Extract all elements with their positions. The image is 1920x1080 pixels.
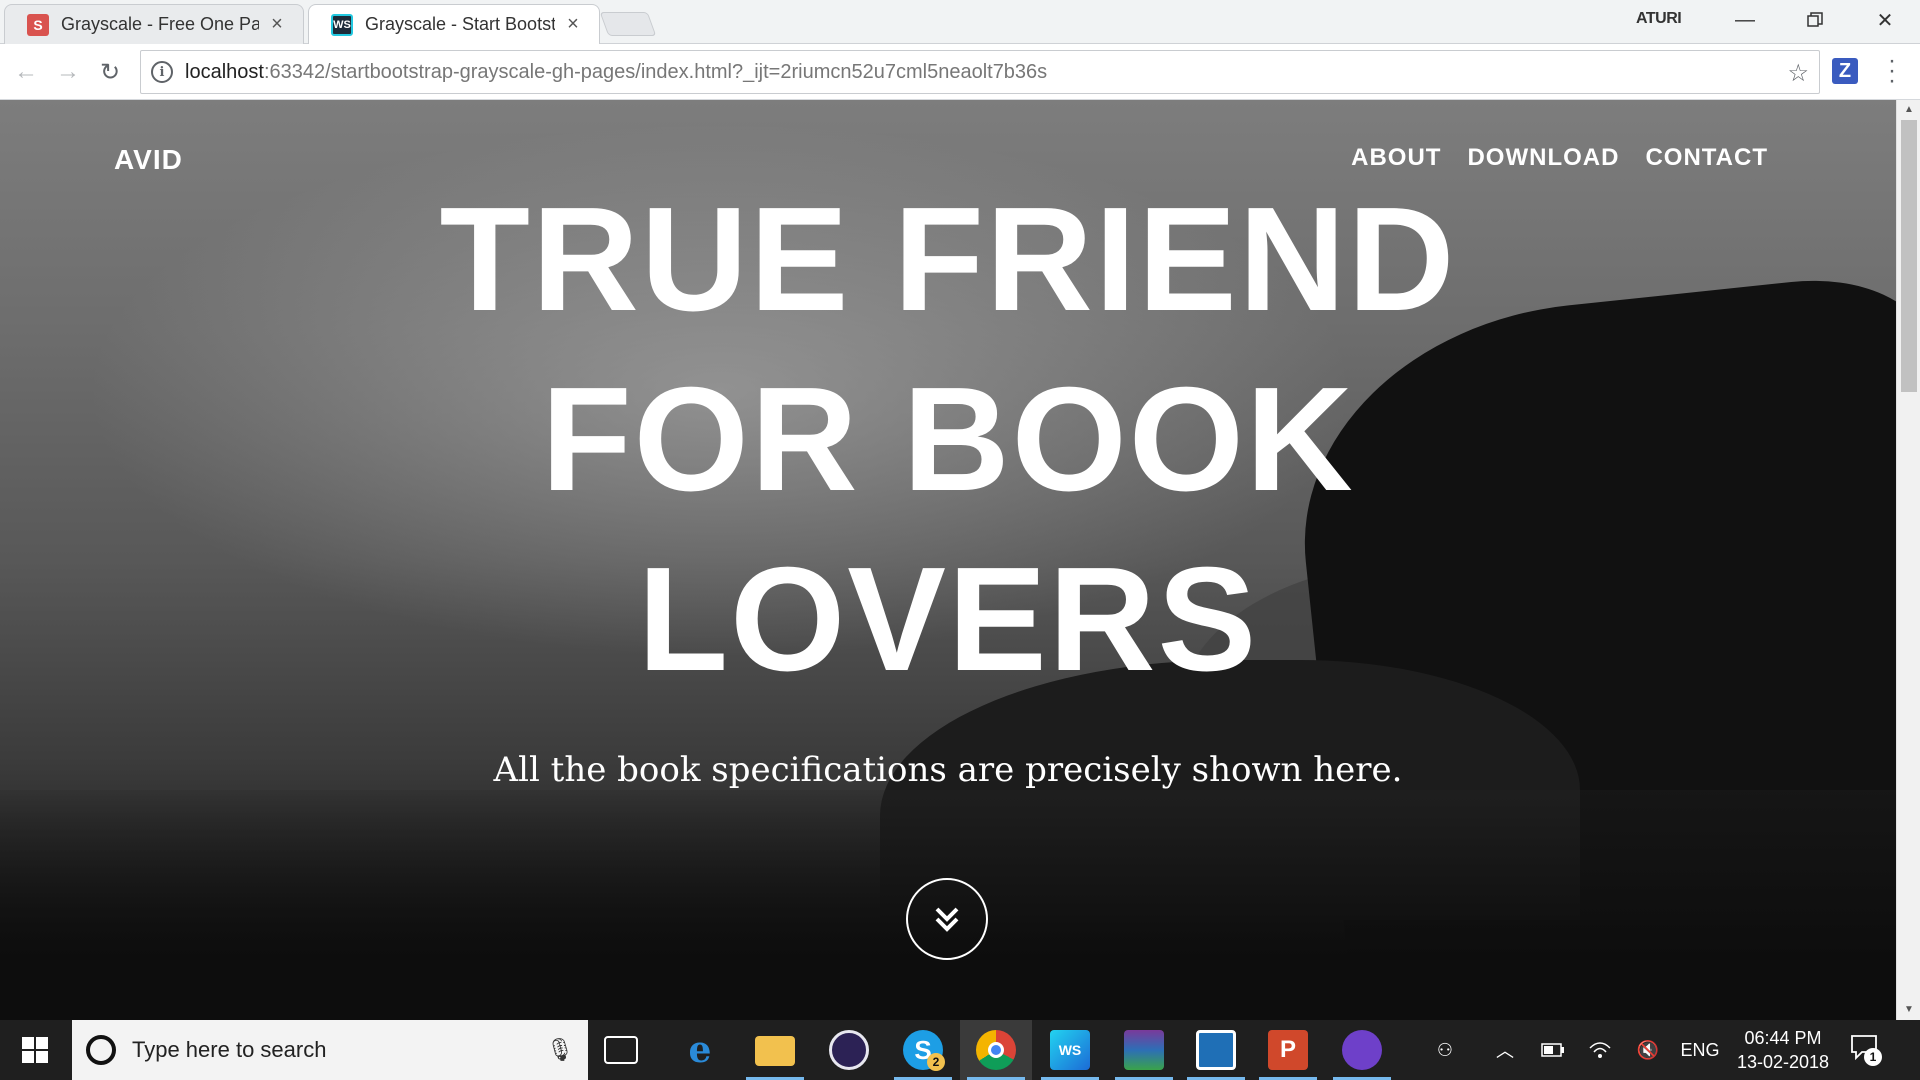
wifi-icon[interactable] — [1584, 1020, 1616, 1080]
extension-z-icon[interactable]: Z — [1832, 58, 1858, 84]
browser-menu-icon[interactable]: · · · — [1880, 49, 1904, 93]
restore-icon[interactable] — [1780, 0, 1850, 40]
battery-icon[interactable] — [1538, 1020, 1568, 1080]
hero-line: LOVERS — [637, 537, 1259, 702]
clock-date: 13-02-2018 — [1736, 1052, 1830, 1072]
tab-title: Grayscale - Start Bootstra — [365, 14, 555, 34]
windows-start-icon[interactable] — [0, 1020, 70, 1080]
people-icon[interactable]: ⚇ — [1428, 1020, 1462, 1080]
tab-grayscale-free[interactable]: S Grayscale - Free One Pag × — [4, 4, 304, 44]
scroll-down-arrow-icon[interactable]: ▼ — [1897, 1000, 1920, 1020]
winrar-icon[interactable] — [1124, 1030, 1164, 1070]
clock-time: 06:44 PM — [1744, 1028, 1822, 1048]
speaker-muted-icon[interactable]: 🔇 — [1632, 1020, 1664, 1080]
github-icon[interactable] — [1342, 1030, 1382, 1070]
nav-contact[interactable]: CONTACT — [1645, 144, 1768, 172]
edge-icon[interactable]: e — [680, 1029, 720, 1071]
forward-arrow-icon[interactable]: → — [52, 56, 84, 88]
browser-toolbar: ← → ↻ i localhost:63342/startbootstrap-g… — [0, 44, 1920, 100]
page-scrollbar[interactable]: ▲ ▼ — [1896, 100, 1920, 1020]
search-placeholder[interactable]: Type here to search — [132, 1037, 540, 1063]
tab-close-icon[interactable]: × — [563, 13, 583, 36]
scroll-down-button[interactable] — [906, 878, 988, 960]
bookmark-star-icon[interactable]: ☆ — [1787, 59, 1809, 88]
page-viewport: AVID ABOUT DOWNLOAD CONTACT TRUE FRIEND … — [0, 100, 1896, 1020]
eclipse-icon[interactable] — [829, 1030, 869, 1070]
chevron-up-icon[interactable]: ︿ — [1490, 1020, 1520, 1080]
favicon-s-icon: S — [27, 13, 49, 36]
skype-badge: 2 — [927, 1053, 945, 1071]
new-tab-button[interactable] — [599, 12, 657, 36]
main-nav: ABOUT DOWNLOAD CONTACT — [1351, 144, 1768, 172]
url-text[interactable]: localhost:63342/startbootstrap-grayscale… — [185, 61, 1047, 84]
tab-grayscale-start-bootstrap[interactable]: WS Grayscale - Start Bootstra × — [308, 4, 600, 44]
taskbar-search[interactable]: Type here to search 🎙 — [72, 1020, 588, 1080]
profile-name[interactable]: ATURI — [1636, 10, 1682, 28]
scroll-up-arrow-icon[interactable]: ▲ — [1897, 100, 1920, 120]
file-explorer-icon[interactable] — [755, 1036, 795, 1066]
hero-line: FOR BOOK — [541, 357, 1355, 522]
powerpoint-icon[interactable]: P — [1268, 1030, 1308, 1070]
scroll-thumb[interactable] — [1901, 120, 1917, 392]
nav-about[interactable]: ABOUT — [1351, 144, 1441, 172]
language-indicator[interactable]: ENG — [1680, 1020, 1720, 1080]
address-bar[interactable]: i localhost:63342/startbootstrap-graysca… — [140, 50, 1820, 94]
chrome-icon[interactable] — [976, 1030, 1016, 1070]
action-center-icon[interactable]: 1 — [1850, 1034, 1884, 1066]
microphone-icon[interactable]: 🎙 — [540, 1037, 580, 1063]
minimize-icon[interactable]: — — [1710, 0, 1780, 40]
hero-heading: TRUE FRIEND FOR BOOK LOVERS — [0, 170, 1896, 710]
tab-strip: S Grayscale - Free One Pag × WS Grayscal… — [0, 0, 1920, 44]
double-chevron-down-icon — [935, 907, 959, 932]
notification-badge: 1 — [1864, 1048, 1882, 1066]
reload-icon[interactable]: ↻ — [94, 56, 126, 88]
favicon-webstorm-icon: WS — [331, 13, 353, 36]
webstorm-icon[interactable]: WS — [1050, 1030, 1090, 1070]
info-icon[interactable]: i — [151, 61, 173, 83]
cortana-icon[interactable] — [86, 1035, 116, 1065]
task-view-icon[interactable] — [604, 1036, 638, 1064]
tab-title: Grayscale - Free One Pag — [61, 14, 259, 34]
windows-taskbar: Type here to search 🎙 e S 2 WS P ⚇ ︿ 🔇 E… — [0, 1020, 1920, 1080]
taskbar-clock[interactable]: 06:44 PM 13-02-2018 — [1728, 1026, 1838, 1074]
close-window-icon[interactable]: ✕ — [1850, 0, 1920, 40]
tab-close-icon[interactable]: × — [267, 13, 287, 36]
nav-download[interactable]: DOWNLOAD — [1467, 144, 1619, 172]
hero-tagline: All the book specifications are precisel… — [493, 750, 1403, 790]
back-arrow-icon[interactable]: ← — [10, 56, 42, 88]
brackets-icon[interactable] — [1196, 1030, 1236, 1070]
hero-line: TRUE FRIEND — [439, 177, 1457, 342]
